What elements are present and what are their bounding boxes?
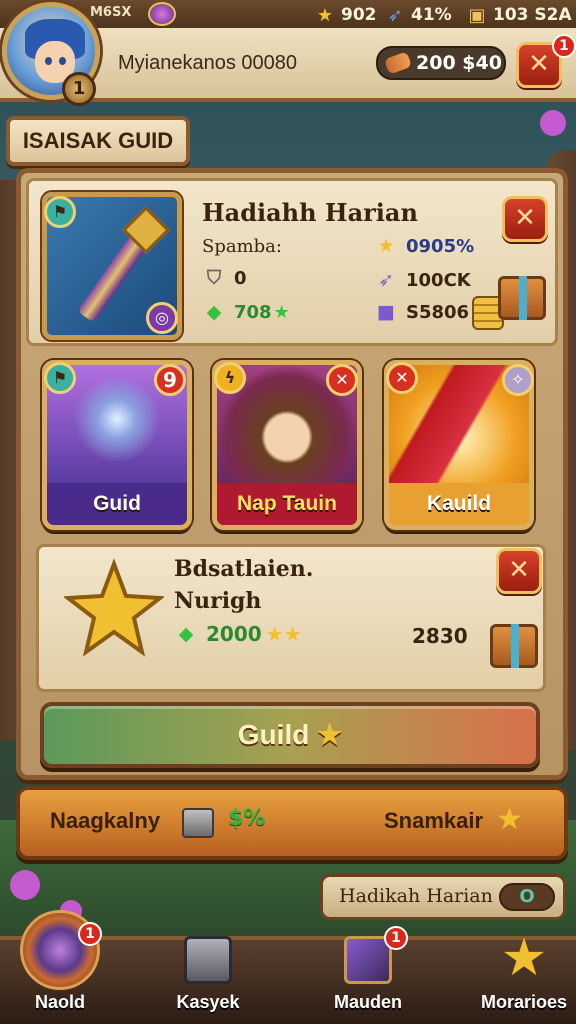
daily-subtitle: Spamba: [202, 236, 282, 257]
daily-close-button[interactable]: ✕ [502, 196, 548, 242]
feather-icon: ➶ [378, 269, 394, 291]
nav-label: Mauden [333, 992, 402, 1012]
emerald-icon: ◆ [178, 623, 194, 645]
currency-pill[interactable]: 200 $40 [376, 46, 506, 80]
player-level-badge: 1 [62, 72, 96, 106]
currency-value: 200 $40 [416, 52, 502, 74]
chest-icon [184, 936, 232, 984]
card-label: Nap Tauin [217, 483, 357, 525]
cross-icon: ✕ [386, 362, 418, 394]
star-icon: ★★ [265, 622, 302, 646]
flower-decoration [540, 110, 566, 136]
resource-value: 103 S2A [493, 5, 572, 25]
resource-feathers[interactable]: ➶ 41% [384, 4, 452, 26]
bottom-left-label: Naagkalny [50, 808, 161, 833]
star-icon: ★ [317, 719, 343, 750]
cube-icon: ■ [377, 301, 395, 323]
daily-pill-label: Hadikah Harian [339, 885, 493, 907]
lightning-icon: ϟ [214, 362, 246, 394]
achievement-title: Bdsatlaien. [174, 556, 314, 582]
stat-gem: ◆ 708 ★ [202, 300, 290, 324]
rarity-icon: ⚑ [44, 196, 76, 228]
nav-label: Kasyek [176, 992, 240, 1012]
star-icon: ★ [273, 301, 290, 323]
guild-tab[interactable]: ISAISAK GUID [6, 116, 190, 166]
daily-title: Hadiahh Harian [202, 198, 418, 227]
scroll-icon: ▣ [468, 4, 486, 26]
stat-shield: ⛉ 0 [202, 266, 247, 290]
achievement-close-button[interactable]: ✕ [496, 548, 542, 594]
bottom-right-label: Snamkair [384, 808, 484, 833]
rarity-icon: ⚑ [44, 362, 76, 394]
nav-item-morarioes[interactable]: ★ Morarioes [464, 932, 576, 1024]
card-label: Guid [47, 483, 187, 525]
achievement-subtitle: Nurigh [174, 588, 262, 614]
level-text: M6SX [90, 5, 132, 20]
resource-value: 902 [341, 5, 377, 25]
star-icon: ★ [496, 802, 523, 837]
card-count-badge: 9 [154, 364, 186, 396]
resource-scrolls[interactable]: ▣ 103 S2A [466, 4, 572, 26]
nav-item-kasyek[interactable]: Kasyek [148, 936, 268, 1024]
player-name: Myianekanos 00080 [118, 52, 298, 74]
daily-reward-toggle[interactable]: Hadikah Harian O [320, 874, 566, 920]
bandage-icon [383, 51, 413, 75]
stat-cube: ■ S5806 [374, 300, 469, 324]
flower-decoration [10, 870, 40, 900]
nav-item-naold[interactable]: 1 Naold [0, 910, 120, 1024]
treasure-chest-icon[interactable] [498, 276, 546, 320]
metal-box-icon [182, 808, 214, 838]
bottom-mid-value: $% [228, 806, 266, 831]
stat-star: ★ 0905% [374, 234, 474, 258]
magic-icon: ◎ [146, 302, 178, 334]
star-icon: ★ [316, 4, 334, 26]
feather-icon: ➶ [387, 4, 403, 26]
shield-icon: ⛉ [206, 267, 222, 289]
star-icon: ★ [377, 235, 395, 257]
resource-value: 41% [411, 5, 452, 25]
nav-item-mauden[interactable]: 1 Mauden [308, 926, 428, 1024]
achievement-count: 2830 [412, 624, 468, 648]
nav-badge: 1 [384, 926, 408, 950]
nav-label: Naold [34, 992, 85, 1012]
star-icon: ★ [500, 928, 548, 988]
stat-feather: ➶ 100CK [374, 268, 471, 292]
notification-badge: 1 [552, 34, 576, 58]
nav-badge: 1 [78, 922, 102, 946]
emerald-icon: ◆ [206, 301, 222, 323]
sparkle-icon: ✧ [502, 364, 534, 396]
close-icon[interactable]: ✕ [326, 364, 358, 396]
nav-label: Morarioes [480, 992, 568, 1012]
resource-stars[interactable]: ★ 902 [314, 4, 377, 26]
achievement-reward: ◆ 2000 ★★ [174, 622, 302, 646]
treasure-chest-icon[interactable] [490, 624, 538, 668]
card-label: Kauild [389, 483, 529, 525]
gold-star-icon [64, 558, 164, 657]
gem-icon[interactable] [148, 2, 176, 26]
toggle-switch[interactable]: O [499, 883, 555, 911]
guild-button-label: Guild [237, 719, 310, 750]
guild-button[interactable]: Guild ★ [40, 702, 540, 768]
